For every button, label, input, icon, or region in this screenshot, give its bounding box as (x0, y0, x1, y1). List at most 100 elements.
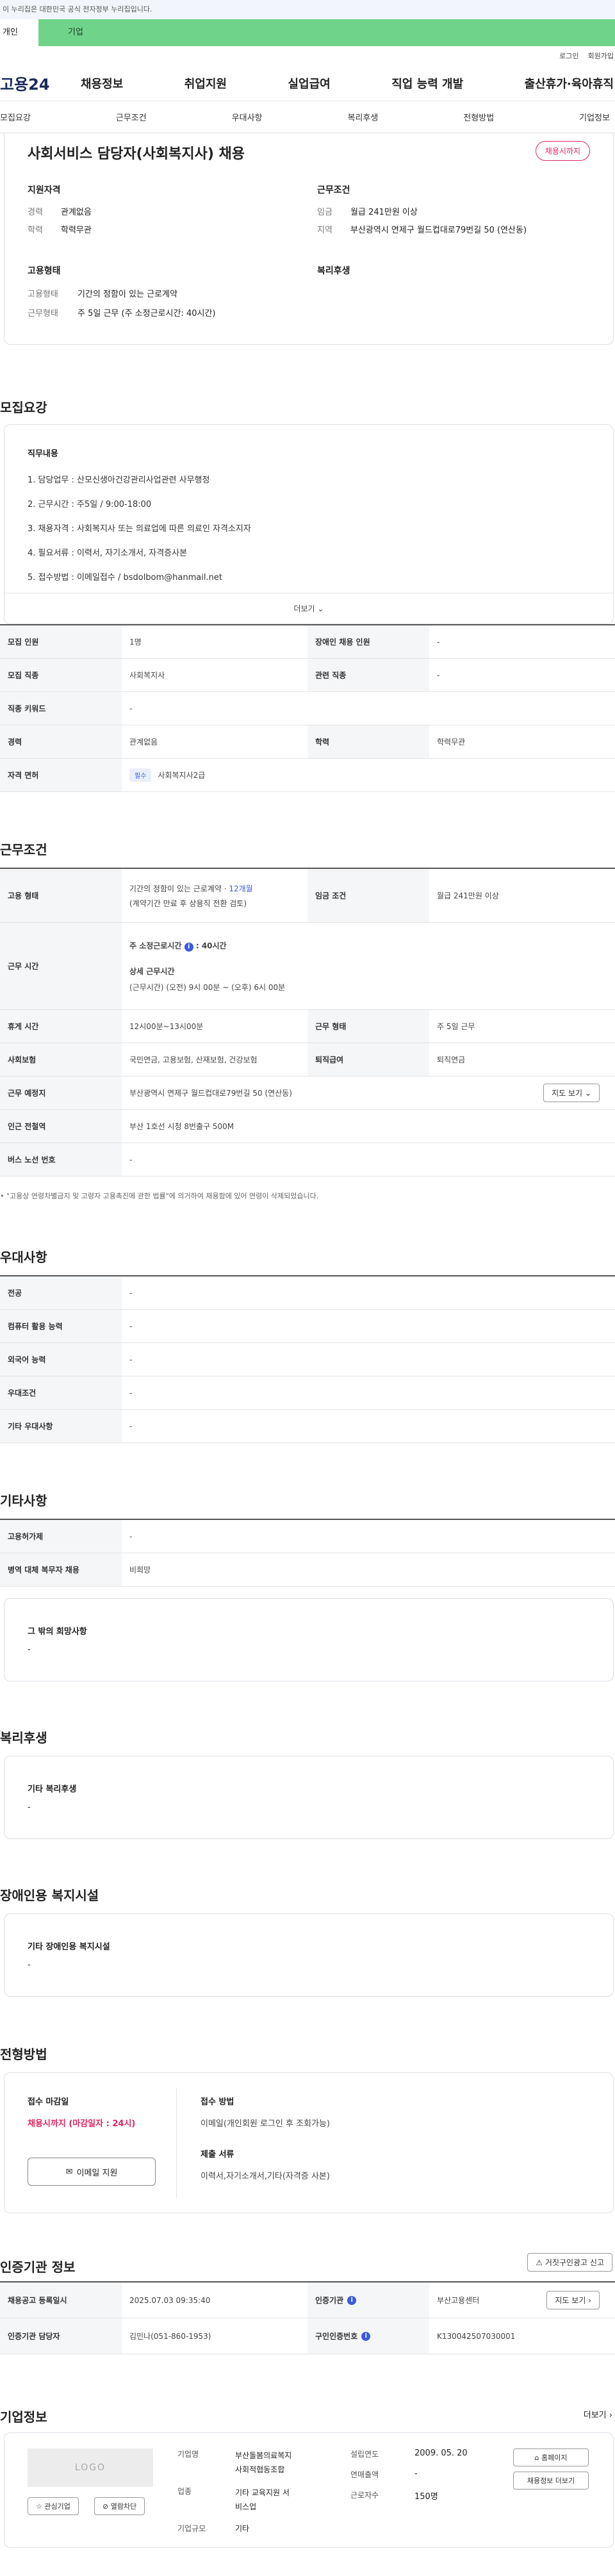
cell-key: 모집 인원 (0, 625, 122, 658)
signup-link[interactable]: 회원가입 (588, 51, 614, 61)
block-view-button[interactable]: ⊘ 열람차단 (94, 2497, 145, 2515)
table-row: 사회보험 국민연금, 고용보험, 산재보험, 건강보험 퇴직급여 퇴직연금 (0, 1043, 615, 1077)
map-button-label: 지도 보기 (555, 2296, 586, 2305)
recruit-heading: 모집요강 (0, 400, 47, 415)
field-value: 150명 (414, 2492, 438, 2502)
screen-card: 접수 마감일 채용시까지 (마감일자 : 24시) ✉ 이메일 지원 접수 방법 … (4, 2072, 614, 2213)
qual-k: 경력 (28, 208, 43, 217)
user-type-tabs: 개인 기업 (0, 19, 615, 46)
cell-key: 전공 (0, 1276, 122, 1309)
disab-box: 기타 장애인용 복지시설 - (4, 1913, 614, 1997)
cell-value: - (129, 1532, 133, 1541)
cell-value: 부산 1호선 시청 8번출구 500M (129, 1122, 234, 1131)
cell-key: 인증기관 (315, 2296, 344, 2305)
gnb-employment-support[interactable]: 취업지원 (184, 75, 227, 92)
global-nav: 고용24 채용정보 취업지원 실업급여 직업 능력 개발 출산휴가·육아휴직 (0, 65, 615, 101)
field-key: 근로자수 (350, 2491, 379, 2500)
welfare-heading: 복리후생 (317, 266, 350, 276)
field-value: 기타 (235, 2524, 250, 2533)
emp-v: 주 5일 근무 (주 소정근로시간: 40시간) (78, 309, 216, 318)
cell-key: 기타 우대사항 (0, 1410, 122, 1442)
disab-heading: 장애인용 복지시설 (0, 1888, 99, 1903)
favorite-company-button[interactable]: ☆ 관심기업 (28, 2497, 79, 2515)
welfare-box-heading: 기타 복리후생 (28, 1785, 77, 1794)
etc-heading: 기타사항 (0, 1493, 47, 1508)
table-row: 자격 면허 필수 사회복지사2급 (0, 759, 615, 792)
pref-heading: 우대사항 (0, 1250, 47, 1265)
cell-value: - (129, 1421, 133, 1431)
welfare-box-value: - (28, 1803, 31, 1812)
snb-pref[interactable]: 우대사항 (232, 111, 263, 123)
cell-value: 관계없음 (129, 738, 158, 747)
cell-value: - (129, 1155, 133, 1164)
agency-map-button[interactable]: 지도 보기 › (546, 2291, 600, 2309)
cell-value: 김민나(051-860-1953) (129, 2332, 211, 2341)
snb-company[interactable]: 기업정보 (579, 111, 610, 123)
cell-value: K130042507030001 (437, 2331, 516, 2341)
more-jobs-button[interactable]: 채용정보 더보기 (513, 2472, 589, 2489)
gnb-vocational-training[interactable]: 직업 능력 개발 (391, 75, 463, 92)
duty-item: 3. 채용자격 : 사회복지사 또는 의료업에 따른 의료인 자격소지자 (28, 524, 251, 534)
field-key: 기업명 (177, 2450, 199, 2459)
email-apply-button[interactable]: ✉ 이메일 지원 (28, 2158, 156, 2186)
qual-v: 학력무관 (61, 226, 92, 235)
chevron-down-icon: ⌄ (584, 1089, 591, 1098)
duty-item: 1. 담당업무 : 산모신생아건강관리사업관련 사무행정 (28, 475, 210, 485)
etc-box-value: - (28, 1645, 31, 1655)
table-row: 인근 전철역 부산 1호선 시청 8번출구 500M (0, 1110, 615, 1143)
cell-value: 사회복지사2급 (158, 771, 206, 780)
work-table: 고용 형태 기간의 정함이 있는 근로계약 · 12개월 (계약기간 만료 후 상용… (0, 868, 615, 1177)
util-links: 로그인 회원가입 (0, 46, 615, 65)
job-title: 사회서비스 담당자(사회복지사) 채용 (28, 146, 245, 162)
cell-key: 휴게 시간 (0, 1010, 122, 1043)
duty-list: 1. 담당업무 : 산모신생아건강관리사업관련 사무행정 2. 근무시간 : 주… (28, 468, 251, 590)
cell-key: 근무 시간 (0, 923, 122, 1009)
gnb-jobs[interactable]: 채용정보 (81, 75, 123, 92)
gnb-parental-leave[interactable]: 출산휴가·육아휴직 (525, 75, 614, 92)
info-icon[interactable]: i (184, 942, 193, 952)
cell-value: - (129, 1388, 133, 1398)
homepage-button[interactable]: ⌂ 홈페이지 (513, 2448, 589, 2466)
pref-table: 전공 - 컴퓨터 활용 능력 - 외국어 능력 - 우대조건 - 기타 우대사항 - (0, 1275, 615, 1443)
cell-key: 경력 (0, 725, 122, 758)
map-button[interactable]: 지도 보기 ⌄ (543, 1084, 600, 1102)
login-link[interactable]: 로그인 (559, 51, 578, 61)
method-heading: 접수 방법 (201, 2097, 234, 2107)
cell-value: 비희망 (129, 1565, 151, 1574)
snb-screening[interactable]: 전형방법 (463, 111, 494, 123)
deadline-badge: 채용시까지 (535, 141, 590, 161)
table-row: 버스 노선 번호 - (0, 1143, 615, 1177)
table-row: 외국어 능력 - (0, 1343, 615, 1376)
qual-heading: 지원자격 (28, 185, 61, 195)
tab-personal[interactable]: 개인 (0, 19, 38, 46)
favorite-label: 관심기업 (44, 2502, 70, 2511)
cell-value: 주 5일 근무 (437, 1022, 475, 1031)
deadline-value: 채용시까지 (마감일자 : 24시) (28, 2119, 136, 2129)
report-fake-ad-button[interactable]: ⚠ 거짓구인광고 신고 (527, 2253, 612, 2272)
industry-1: 기타 교육지원 서 (235, 2488, 290, 2497)
company-more-link[interactable]: 더보기 › (584, 2408, 612, 2420)
block-label: 열람차단 (110, 2502, 137, 2511)
map-button-label: 지도 보기 (552, 1089, 583, 1098)
snb-work[interactable]: 근무조건 (116, 111, 147, 123)
cell-value: - (129, 1355, 133, 1364)
agency-heading: 인증기관 정보 (0, 2259, 76, 2275)
company-more-label: 더보기 (583, 2411, 607, 2420)
info-icon[interactable]: i (361, 2331, 371, 2341)
cell-key: 병역 대체 복무자 채용 (0, 1553, 122, 1586)
info-icon[interactable]: i (347, 2295, 357, 2305)
snb-recruit[interactable]: 모집요강 (0, 111, 31, 123)
tab-company[interactable]: 기업 (38, 19, 615, 46)
home-icon: ⌂ (534, 2454, 539, 2462)
site-logo[interactable]: 고용24 (0, 72, 81, 94)
more-button[interactable]: 더보기 ⌄ (4, 593, 613, 623)
cell-key: 관련 직종 (308, 659, 429, 691)
cond-k: 임금 (317, 208, 332, 217)
cell-value: 사회복지사 (129, 671, 165, 680)
cond-v: 월급 241만원 이상 (350, 208, 418, 217)
gnb-unemployment-benefit[interactable]: 실업급여 (288, 75, 331, 92)
mail-icon: ✉ (65, 2167, 73, 2177)
snb-welfare[interactable]: 복리후생 (347, 111, 378, 123)
cell-value: 학력무관 (437, 738, 466, 747)
table-row: 우대조건 - (0, 1376, 615, 1410)
